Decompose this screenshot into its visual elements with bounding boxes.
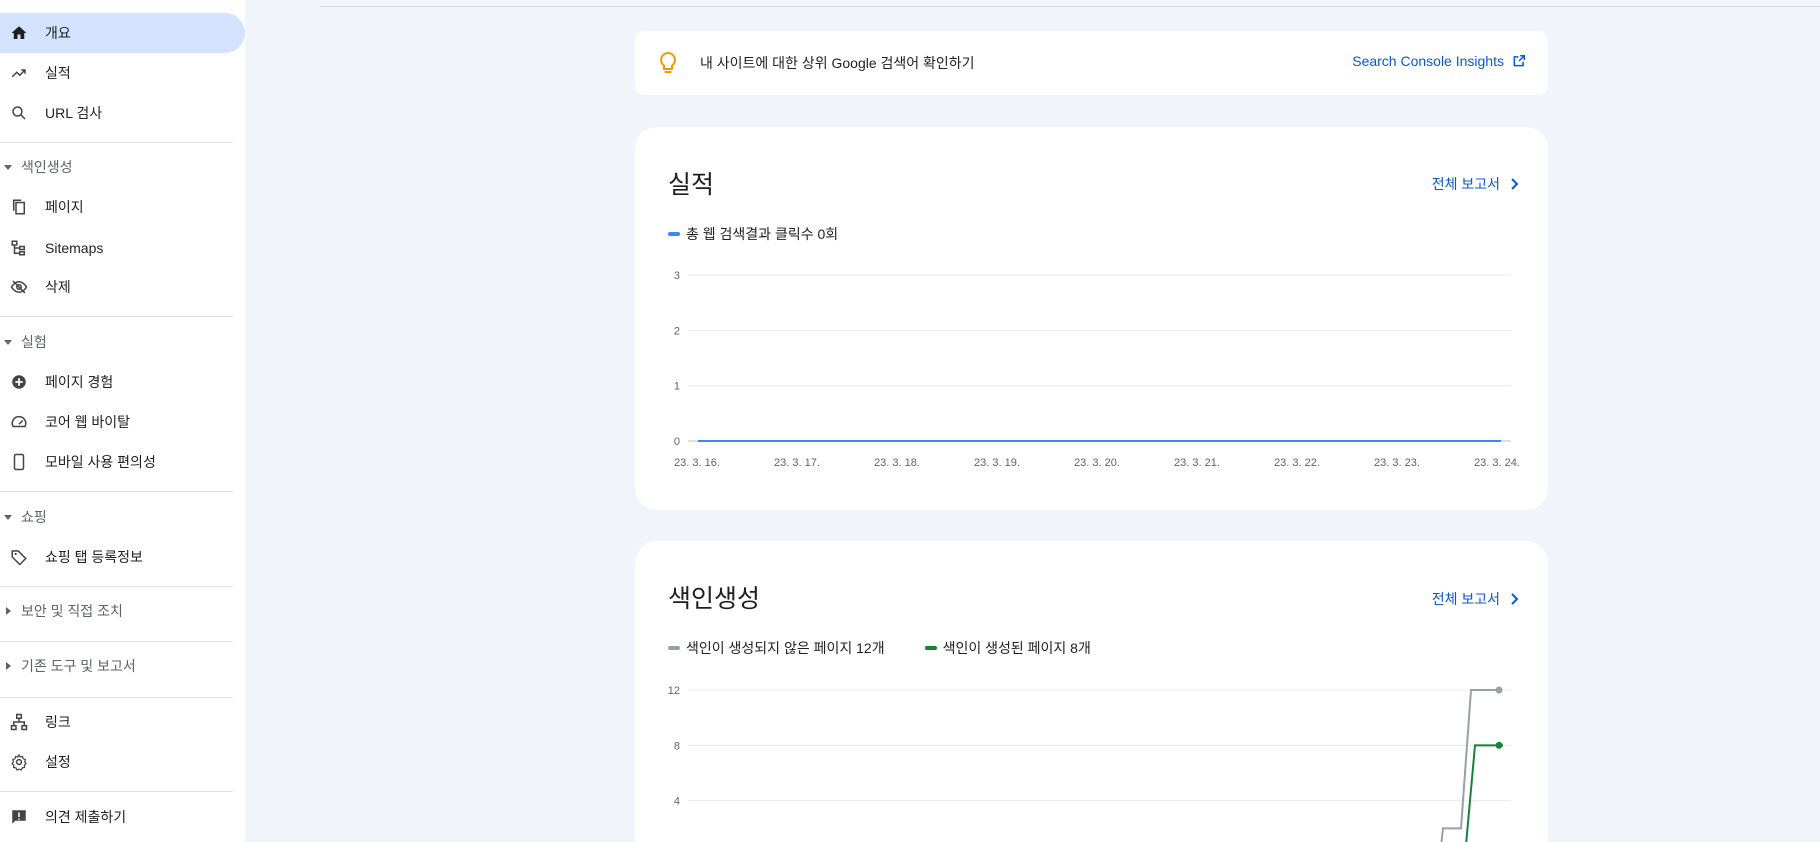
performance-chart: 0 1 2 3 23. 3. 16. 23. 3. 17. 23. 3. 18. 23. 3.… (674, 270, 1520, 469)
sidebar-item-url-inspection[interactable]: URL 검사 (0, 93, 245, 133)
sidebar-item-label: 페이지 경험 (45, 374, 114, 390)
sidebar-item-removals[interactable]: 삭제 (0, 267, 245, 307)
x-tick-label: 23. 3. 22. (1274, 457, 1320, 469)
home-icon (8, 22, 30, 44)
sidebar-divider (0, 491, 233, 492)
indexing-chart: 4 8 12 (668, 685, 1511, 842)
lightbulb-icon (659, 51, 677, 80)
series-line-not-indexed (1440, 689, 1499, 842)
insights-banner-text: 내 사이트에 대한 상위 Google 검색어 확인하기 (700, 55, 975, 71)
sidebar-item-page-experience[interactable]: 페이지 경험 (0, 362, 245, 402)
links-icon (8, 711, 30, 733)
x-tick-label: 23. 3. 16. (674, 457, 720, 469)
y-tick-label: 2 (674, 325, 680, 337)
y-tick-label: 3 (674, 270, 680, 282)
y-tick-label: 8 (674, 740, 680, 752)
sidebar-item-label: 개요 (45, 25, 71, 41)
sidebar-item-label: 설정 (45, 754, 71, 770)
sidebar-item-core-web-vitals[interactable]: 코어 웹 바이탈 (0, 402, 245, 442)
sidebar-item-label: 의견 제출하기 (45, 809, 127, 825)
search-icon (8, 102, 30, 124)
feedback-icon (8, 806, 30, 828)
series-end-point (1495, 741, 1503, 749)
x-tick-label: 23. 3. 24. (1474, 457, 1520, 469)
indexing-card: 색인생성 전체 보고서 색인이 생성되지 않은 페이지 12개 색인이 생성된 … (635, 541, 1548, 842)
caret-down-icon (4, 165, 12, 170)
y-tick-label: 12 (668, 685, 680, 697)
caret-down-icon (4, 515, 12, 520)
performance-card: 실적 전체 보고서 총 웹 검색결과 클릭수 0회 0 1 2 3 23. 3. 16.… (635, 127, 1548, 510)
sidebar-item-label: 모바일 사용 편의성 (45, 454, 156, 470)
top-divider (320, 6, 1820, 7)
sidebar-item-label: 삭제 (45, 279, 71, 295)
sidebar-item-label: 코어 웹 바이탈 (45, 414, 131, 430)
tag-icon (8, 546, 30, 568)
y-tick-label: 1 (674, 381, 680, 393)
x-tick-label: 23. 3. 20. (1074, 457, 1120, 469)
sidebar: 개요 실적 URL 검사 색인생성 페이지 Sitemaps 삭제 실험 페이지… (0, 0, 245, 842)
insights-banner: 내 사이트에 대한 상위 Google 검색어 확인하기 Search Cons… (635, 31, 1548, 95)
visibility-off-icon (8, 276, 30, 298)
sidebar-item-label: 쇼핑 탭 등록정보 (45, 549, 143, 565)
sidebar-item-label: Sitemaps (45, 240, 104, 256)
caret-right-icon (6, 662, 11, 670)
sidebar-section-label: 실험 (21, 334, 47, 350)
sidebar-item-label: 실적 (45, 65, 71, 81)
sidebar-section-label: 보안 및 직접 조치 (21, 603, 123, 619)
sidebar-section-security[interactable]: 보안 및 직접 조치 (0, 593, 233, 629)
sidebar-section-indexing[interactable]: 색인생성 (0, 149, 233, 185)
phone-icon (8, 451, 30, 473)
search-console-insights-label: Search Console Insights (1352, 53, 1504, 69)
sidebar-section-shopping[interactable]: 쇼핑 (0, 499, 233, 535)
sidebar-section-label: 기존 도구 및 보고서 (21, 658, 136, 674)
sidebar-section-label: 색인생성 (21, 159, 73, 175)
pages-icon (8, 196, 30, 218)
y-tick-label: 0 (674, 436, 680, 448)
y-tick-label: 4 (674, 796, 680, 808)
sidebar-divider (0, 586, 233, 587)
sidebar-divider (0, 791, 233, 792)
open-in-new-icon (1513, 54, 1526, 67)
sidebar-divider (0, 641, 233, 642)
sidebar-item-pages[interactable]: 페이지 (0, 187, 245, 227)
trending-up-icon (8, 62, 30, 84)
x-tick-label: 23. 3. 17. (774, 457, 820, 469)
sidebar-item-settings[interactable]: 설정 (0, 742, 245, 782)
caret-right-icon (6, 607, 11, 615)
sidebar-item-label: 페이지 (45, 199, 84, 215)
sidebar-section-experience[interactable]: 실험 (0, 324, 233, 360)
sidebar-item-overview[interactable]: 개요 (0, 13, 245, 53)
x-tick-label: 23. 3. 23. (1374, 457, 1420, 469)
sidebar-item-label: 링크 (45, 714, 71, 730)
series-end-point (1495, 686, 1503, 694)
sidebar-item-links[interactable]: 링크 (0, 702, 245, 742)
caret-down-icon (4, 340, 12, 345)
sidebar-item-sitemaps[interactable]: Sitemaps (0, 228, 245, 268)
search-console-insights-link[interactable]: Search Console Insights (1352, 53, 1526, 69)
sidebar-item-shopping-listings[interactable]: 쇼핑 탭 등록정보 (0, 537, 245, 577)
sidebar-section-legacy-tools[interactable]: 기존 도구 및 보고서 (0, 648, 233, 684)
sidebar-divider (0, 316, 233, 317)
sidebar-item-mobile-usability[interactable]: 모바일 사용 편의성 (0, 442, 245, 482)
sidebar-item-feedback[interactable]: 의견 제출하기 (0, 797, 245, 837)
x-tick-label: 23. 3. 18. (874, 457, 920, 469)
gear-icon (8, 751, 30, 773)
plus-circle-icon (8, 371, 30, 393)
sidebar-divider (0, 142, 233, 143)
x-tick-label: 23. 3. 21. (1174, 457, 1220, 469)
sidebar-divider (0, 697, 233, 698)
speed-icon (8, 411, 30, 433)
x-tick-label: 23. 3. 19. (974, 457, 1020, 469)
sidebar-item-label: URL 검사 (45, 105, 103, 121)
sidebar-item-performance[interactable]: 실적 (0, 53, 245, 93)
sidebar-section-label: 쇼핑 (21, 509, 47, 525)
sitemap-icon (8, 237, 30, 259)
